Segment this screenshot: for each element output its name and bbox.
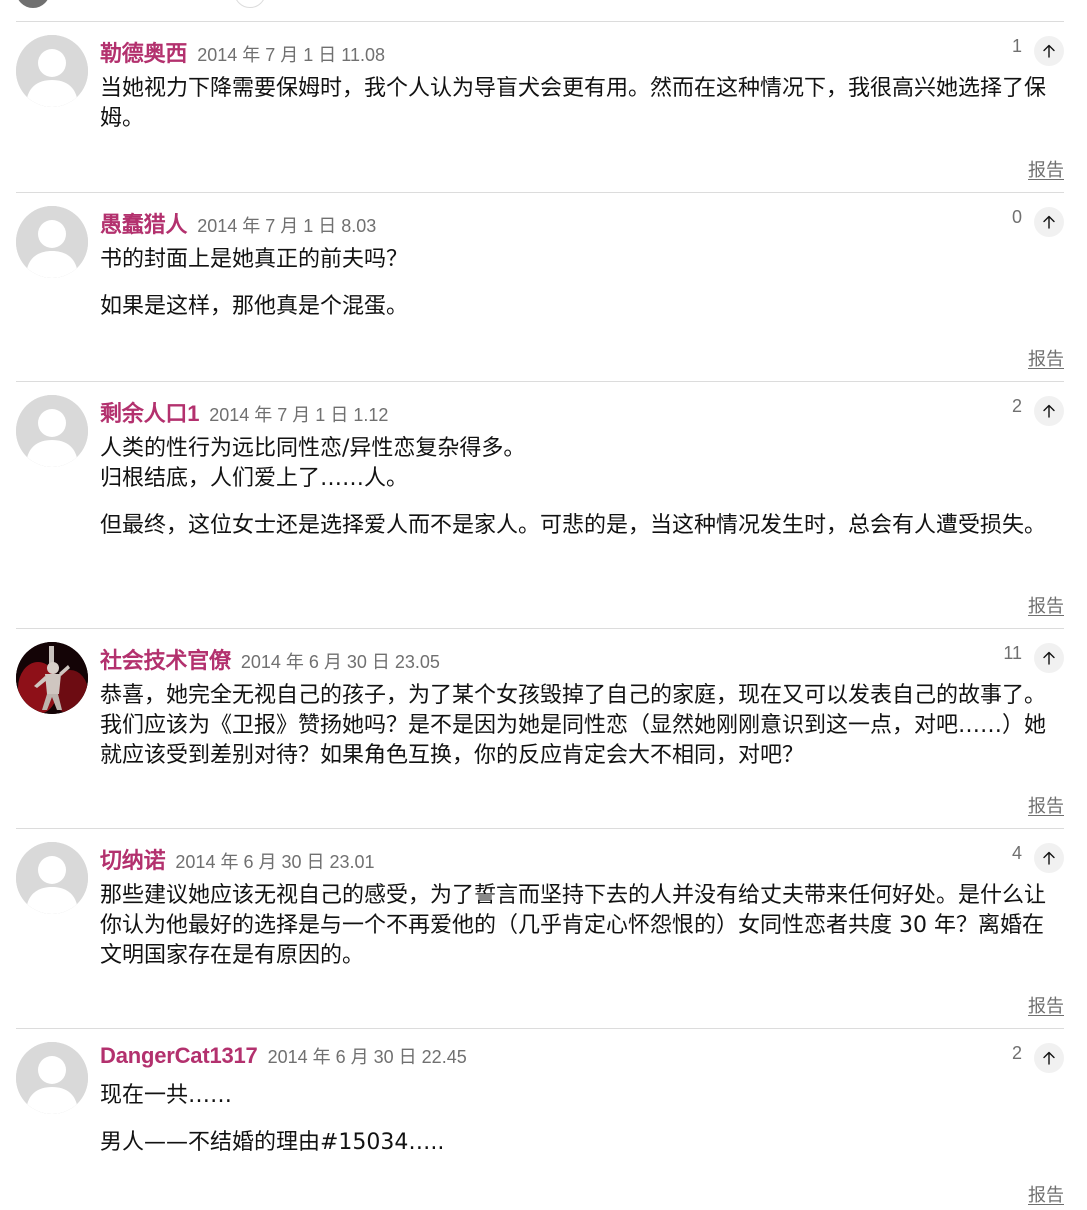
- comment: 社会技术官僚 2014 年 6 月 30 日 23.05 11 恭喜，她完全无视…: [16, 628, 1064, 828]
- comment: 剩余人口1 2014 年 7 月 1 日 1.12 2 人类的性行为远比同性恋/…: [16, 381, 1064, 628]
- recommend-count: 4: [1011, 843, 1022, 863]
- comment-meta: DangerCat1317 2014 年 6 月 30 日 22.45: [100, 1043, 467, 1069]
- comment-timestamp[interactable]: 2014 年 6 月 30 日 23.05: [241, 648, 440, 674]
- recommend-button[interactable]: [1034, 643, 1064, 673]
- comment-paragraph: 那些建议她应该无视自己的感受，为了誓言而坚持下去的人并没有给丈夫带来任何好处。是…: [100, 883, 1047, 968]
- comment-timestamp[interactable]: 2014 年 7 月 1 日 1.12: [209, 401, 388, 427]
- recommend-button[interactable]: [1034, 843, 1064, 873]
- comment-timestamp[interactable]: 2014 年 7 月 1 日 11.08: [197, 41, 385, 67]
- recommend-button[interactable]: [1034, 1043, 1064, 1073]
- comment-body: 书的封面上是她真正的前夫吗？ 如果是这样，那他真是个混蛋。: [100, 245, 1064, 339]
- report-link[interactable]: 报告: [1028, 592, 1064, 618]
- comment-body: 当她视力下降需要保姆时，我个人认为导盲犬会更有用。然而在这种情况下，我很高兴她选…: [100, 74, 1064, 151]
- action-button[interactable]: [234, 0, 266, 8]
- comment-paragraph: 恭喜，她完全无视自己的孩子，为了某个女孩毁掉了自己的家庭，现在又可以发表自己的故…: [100, 683, 1047, 768]
- comment: 勒德奥西 2014 年 7 月 1 日 11.08 1 当她视力下降需要保姆时，…: [16, 21, 1064, 192]
- comment-paragraph: 如果是这样，那他真是个混蛋。: [100, 294, 409, 319]
- comment: 愚蠢猎人 2014 年 7 月 1 日 8.03 0 书的封面上是她真正的前夫吗…: [16, 192, 1064, 381]
- default-avatar-icon[interactable]: [16, 35, 88, 107]
- comment-body: 现在一共…… 男人——不结婚的理由#15034…..: [100, 1081, 1064, 1175]
- arrow-up-icon: [1043, 215, 1055, 229]
- comment: DangerCat1317 2014 年 6 月 30 日 22.45 2 现在…: [16, 1028, 1064, 1210]
- comment-meta: 剩余人口1 2014 年 7 月 1 日 1.12: [100, 396, 388, 428]
- report-link[interactable]: 报告: [1028, 1181, 1064, 1207]
- comment-meta: 社会技术官僚 2014 年 6 月 30 日 23.05: [100, 643, 440, 675]
- comment-paragraph: 但最终，这位女士还是选择爱人而不是家人。可悲的是，当这种情况发生时，总会有人遭受…: [100, 513, 1047, 538]
- author-link[interactable]: 愚蠢猎人: [100, 207, 187, 239]
- default-avatar-icon[interactable]: [16, 206, 88, 278]
- report-link[interactable]: 报告: [1028, 992, 1064, 1018]
- recommend-count: 1: [1011, 36, 1022, 56]
- report-link[interactable]: 报告: [1028, 792, 1064, 818]
- comment-paragraph: 归根结底，人们爱上了……人。: [100, 466, 409, 491]
- comment-timestamp[interactable]: 2014 年 6 月 30 日 22.45: [268, 1043, 467, 1069]
- default-avatar-icon[interactable]: [16, 1042, 88, 1114]
- report-link[interactable]: 报告: [1028, 345, 1064, 371]
- author-link[interactable]: 切纳诺: [100, 843, 166, 875]
- arrow-up-icon: [1043, 404, 1055, 418]
- arrow-up-icon: [1043, 1051, 1055, 1065]
- comment-body: 那些建议她应该无视自己的感受，为了誓言而坚持下去的人并没有给丈夫带来任何好处。是…: [100, 881, 1064, 988]
- comment: 切纳诺 2014 年 6 月 30 日 23.01 4 那些建议她应该无视自己的…: [16, 828, 1064, 1028]
- comment-meta: 愚蠢猎人 2014 年 7 月 1 日 8.03: [100, 207, 376, 239]
- comment-body: 恭喜，她完全无视自己的孩子，为了某个女孩毁掉了自己的家庭，现在又可以发表自己的故…: [100, 681, 1064, 788]
- arrow-up-icon: [1043, 851, 1055, 865]
- comment-body: 人类的性行为远比同性恋/异性恋复杂得多。 归根结底，人们爱上了……人。 但最终，…: [100, 434, 1064, 558]
- comment-meta: 勒德奥西 2014 年 7 月 1 日 11.08: [100, 36, 385, 68]
- recommend-count: 11: [1003, 643, 1022, 663]
- comment-timestamp[interactable]: 2014 年 7 月 1 日 8.03: [197, 212, 376, 238]
- author-link[interactable]: 勒德奥西: [100, 36, 187, 68]
- recommend-count: 2: [1011, 1043, 1022, 1063]
- arrow-up-icon: [1043, 651, 1055, 665]
- comment-paragraph: 人类的性行为远比同性恋/异性恋复杂得多。: [100, 436, 526, 461]
- comment-paragraph: 书的封面上是她真正的前夫吗？: [100, 247, 409, 272]
- recommend-count: 2: [1011, 396, 1022, 416]
- default-avatar-icon[interactable]: [16, 395, 88, 467]
- previous-comment-footer: [0, 0, 1087, 20]
- photo-avatar[interactable]: [16, 642, 88, 714]
- author-link[interactable]: 剩余人口1: [100, 396, 199, 428]
- recommend-button[interactable]: [1034, 36, 1064, 66]
- comment-timestamp[interactable]: 2014 年 6 月 30 日 23.01: [175, 848, 374, 874]
- comment-paragraph: 现在一共……: [100, 1083, 233, 1108]
- avatar: [16, 0, 50, 8]
- report-link[interactable]: 报告: [1028, 156, 1064, 182]
- comment-meta: 切纳诺 2014 年 6 月 30 日 23.01: [100, 843, 375, 875]
- recommend-button[interactable]: [1034, 396, 1064, 426]
- author-link[interactable]: 社会技术官僚: [100, 643, 231, 675]
- comment-paragraph: 当她视力下降需要保姆时，我个人认为导盲犬会更有用。然而在这种情况下，我很高兴她选…: [100, 76, 1047, 131]
- author-link[interactable]: DangerCat1317: [100, 1043, 258, 1069]
- default-avatar-icon[interactable]: [16, 842, 88, 914]
- arrow-up-icon: [1043, 44, 1055, 58]
- recommend-button[interactable]: [1034, 207, 1064, 237]
- comment-paragraph: 男人——不结婚的理由#15034…..: [100, 1130, 445, 1155]
- recommend-count: 0: [1011, 207, 1022, 227]
